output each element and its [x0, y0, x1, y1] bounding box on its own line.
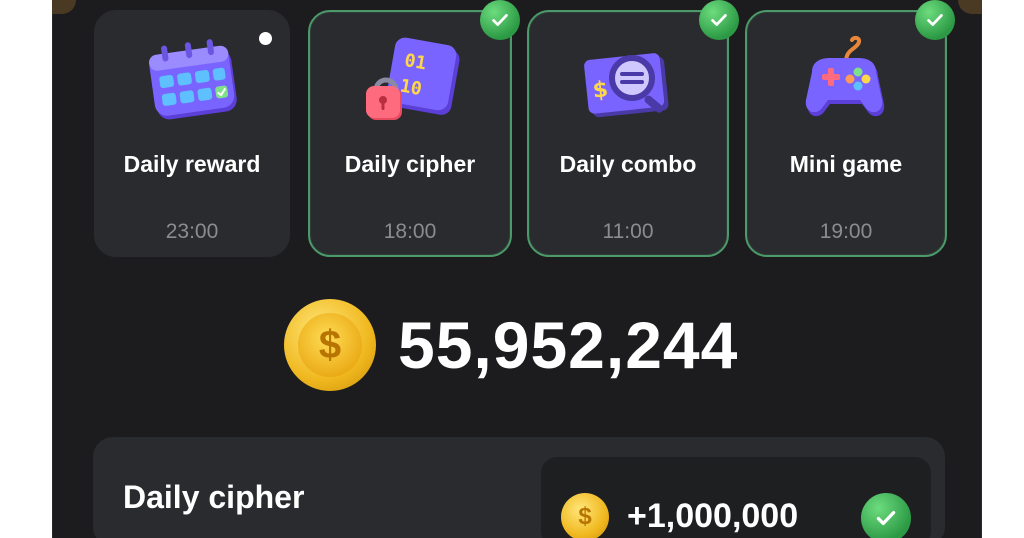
coin-icon: $ [561, 493, 609, 538]
balance-value: 55,952,244 [398, 308, 739, 382]
cipher-reward-value: +1,000,000 [627, 497, 799, 535]
task-timer: 19:00 [819, 220, 873, 243]
task-card-daily-reward[interactable]: Daily reward 23:00 [94, 10, 290, 257]
coin-symbol: $ [298, 313, 362, 377]
task-timer: 23:00 [165, 220, 219, 243]
task-label: Mini game [789, 151, 903, 177]
task-label: Daily cipher [344, 151, 476, 177]
task-timer: 18:00 [383, 220, 437, 243]
notification-dot [259, 32, 272, 45]
cipher-banner-title: Daily cipher [123, 479, 305, 515]
check-icon [480, 0, 520, 40]
task-card-daily-cipher[interactable]: 01 10 Daily cipher 18:00 [308, 0, 520, 257]
combo-magnifier-icon: $ [584, 53, 669, 118]
balance-display: $ 55,952,244 [284, 299, 739, 391]
svg-text:10: 10 [398, 76, 423, 100]
svg-text:01: 01 [403, 50, 428, 74]
task-card-mini-game[interactable]: Mini game 19:00 [745, 0, 955, 257]
check-icon [915, 0, 955, 40]
coin-icon: $ [284, 299, 376, 391]
cipher-reward-pill: $ +1,000,000 [541, 457, 931, 538]
task-label: Daily reward [123, 151, 261, 177]
gamepad-icon [805, 35, 885, 117]
task-label: Daily combo [559, 151, 697, 177]
task-timer: 11:00 [602, 220, 654, 243]
task-card-daily-combo[interactable]: $ Daily combo 11:00 [527, 0, 739, 257]
svg-text:$: $ [591, 77, 609, 103]
check-icon [699, 0, 739, 40]
daily-cipher-banner[interactable]: Daily cipher $ +1,000,000 [93, 437, 945, 538]
check-icon [861, 493, 911, 538]
cipher-lock-icon: 01 10 [366, 37, 460, 120]
calendar-icon [148, 39, 237, 120]
